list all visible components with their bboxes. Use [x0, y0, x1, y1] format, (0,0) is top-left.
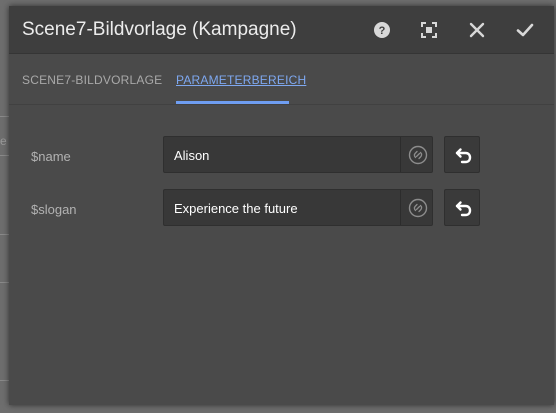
help-icon: ? — [370, 18, 394, 42]
backdrop-text: e — [0, 134, 7, 148]
param-label-slogan: $slogan — [31, 202, 77, 217]
backdrop-divider — [0, 234, 9, 235]
param-field-slogan[interactable]: Experience the future — [163, 189, 433, 226]
link-icon[interactable] — [408, 145, 428, 165]
backdrop-divider — [0, 380, 9, 381]
fullscreen-button[interactable] — [417, 18, 441, 42]
confirm-button[interactable] — [513, 18, 537, 42]
tab-bar: SCENE7-BILDVORLAGE PARAMETERBEREICH — [9, 54, 554, 105]
fullscreen-icon — [417, 18, 441, 42]
backdrop-divider — [0, 116, 9, 117]
reset-button-name[interactable] — [444, 136, 480, 173]
close-button[interactable] — [465, 18, 489, 42]
field-divider — [400, 137, 401, 172]
backdrop-divider — [0, 155, 9, 156]
active-tab-indicator — [176, 101, 289, 104]
param-label-name: $name — [31, 149, 71, 164]
backdrop-divider — [0, 282, 9, 283]
template-dialog: Scene7-Bildvorlage (Kampagne) ? SCENE7-B… — [9, 6, 554, 405]
link-icon[interactable] — [408, 198, 428, 218]
tab-scene7-bildvorlage[interactable]: SCENE7-BILDVORLAGE — [22, 73, 162, 87]
checkmark-icon — [513, 18, 537, 42]
reset-button-slogan[interactable] — [444, 189, 480, 226]
help-button[interactable]: ? — [370, 18, 394, 42]
param-field-name[interactable]: Alison — [163, 136, 433, 173]
dialog-header: Scene7-Bildvorlage (Kampagne) ? — [9, 6, 554, 54]
close-icon — [465, 18, 489, 42]
svg-text:?: ? — [379, 25, 386, 37]
param-value: Alison — [174, 148, 210, 163]
tab-parameterbereich[interactable]: PARAMETERBEREICH — [176, 73, 306, 87]
field-divider — [400, 190, 401, 225]
param-value: Experience the future — [174, 201, 298, 216]
dialog-title: Scene7-Bildvorlage (Kampagne) — [22, 19, 297, 40]
